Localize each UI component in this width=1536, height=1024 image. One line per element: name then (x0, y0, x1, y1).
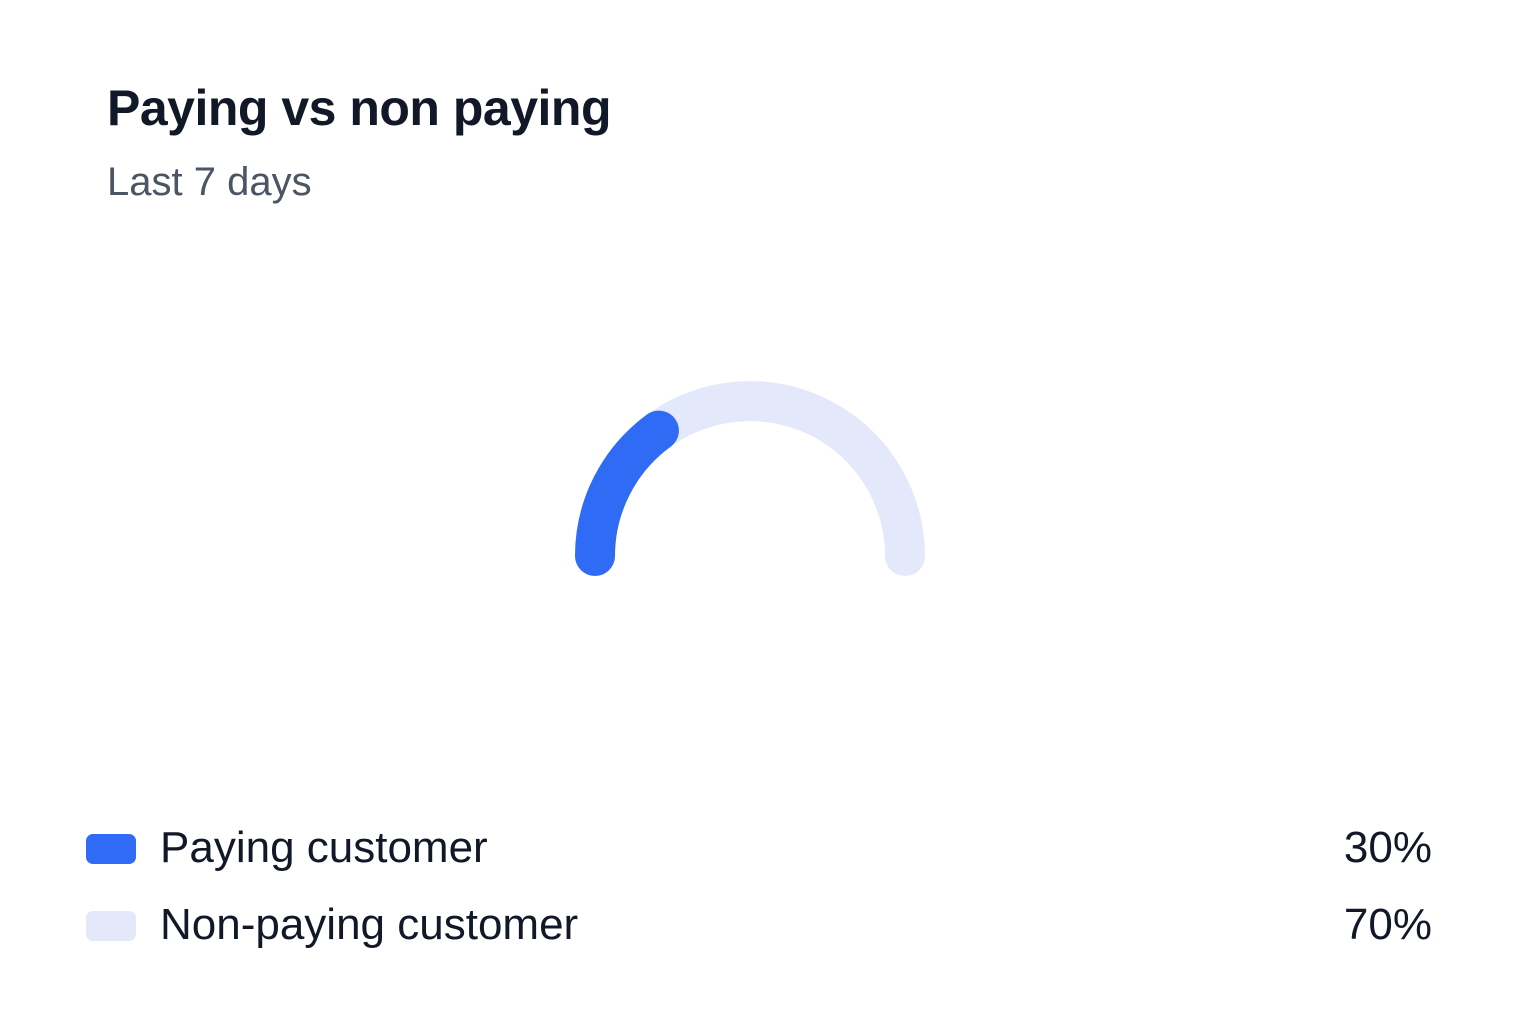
gauge-value-arc-paying (575, 410, 679, 576)
chart-card: Paying vs non paying Last 7 days Paying … (0, 0, 1536, 1024)
legend-swatch-non-paying (86, 911, 136, 941)
gauge-chart (575, 381, 925, 576)
legend-swatch-paying (86, 834, 136, 864)
legend-value-paying: 30% (1343, 823, 1432, 872)
legend-item-paying: Paying customer 30% (86, 818, 1432, 878)
legend-item-non-paying: Non-paying customer 70% (86, 895, 1432, 955)
legend-label-paying: Paying customer (160, 823, 488, 872)
legend-value-non-paying: 70% (1343, 900, 1432, 949)
legend-label-non-paying: Non-paying customer (160, 900, 579, 949)
